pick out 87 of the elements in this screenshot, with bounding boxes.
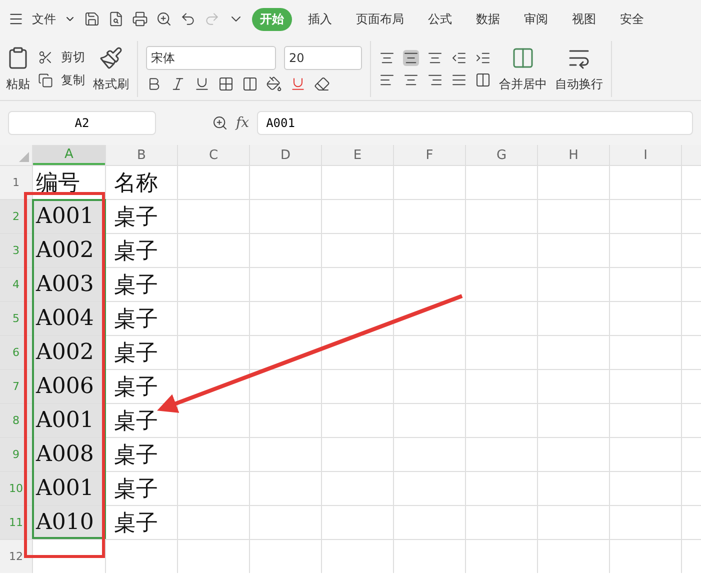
- column-header[interactable]: D: [250, 145, 321, 165]
- ribbon-tab[interactable]: 视图: [564, 8, 604, 30]
- cell-reference-field[interactable]: A2: [8, 111, 156, 135]
- copy-icon[interactable]: [38, 73, 53, 88]
- row-header[interactable]: 5: [0, 302, 32, 335]
- align-right-icon[interactable]: [427, 72, 443, 88]
- table-cell: 桌子: [106, 336, 177, 369]
- row-header[interactable]: 6: [0, 336, 32, 369]
- table-cell: A002: [33, 336, 105, 369]
- save-icon[interactable]: [84, 11, 100, 27]
- paintbrush-icon[interactable]: [99, 46, 123, 70]
- font-name-select[interactable]: 宋体: [146, 46, 276, 70]
- fill-color-icon[interactable]: [266, 76, 282, 92]
- align-middle-icon[interactable]: [403, 50, 419, 66]
- row-header[interactable]: 7: [0, 370, 32, 403]
- border-icon[interactable]: [218, 76, 234, 92]
- formula-field[interactable]: A001: [257, 111, 693, 135]
- print-icon[interactable]: [132, 11, 148, 27]
- row-header[interactable]: 8: [0, 404, 32, 437]
- align-left-icon[interactable]: [379, 72, 395, 88]
- cut-button[interactable]: 剪切: [61, 49, 85, 66]
- indent-decrease-icon[interactable]: [451, 50, 467, 66]
- underline-icon[interactable]: [194, 76, 210, 92]
- table-cell: A006: [33, 370, 105, 403]
- ribbon-tab[interactable]: 审阅: [516, 8, 556, 30]
- font-color-icon[interactable]: [290, 76, 306, 92]
- table-cell: A002: [33, 234, 105, 267]
- table-cell: 桌子: [106, 438, 177, 471]
- column-header[interactable]: C: [178, 145, 249, 165]
- column-header[interactable]: I: [610, 145, 681, 165]
- align-bottom-icon[interactable]: [427, 50, 443, 66]
- format-painter-button[interactable]: 格式刷: [93, 76, 129, 92]
- ribbon-tab[interactable]: 页面布局: [348, 8, 412, 30]
- table-cell: 桌子: [106, 268, 177, 301]
- wrap-text-button[interactable]: 自动换行: [555, 76, 603, 92]
- table-cell: 桌子: [106, 234, 177, 267]
- function-label[interactable]: fx: [236, 115, 250, 131]
- merge-center-button[interactable]: 合并居中: [499, 76, 547, 92]
- ribbon-tab[interactable]: 数据: [468, 8, 508, 30]
- table-cell: A001: [33, 200, 105, 233]
- scissors-icon[interactable]: [38, 50, 53, 65]
- row-header[interactable]: 4: [0, 268, 32, 301]
- column-header[interactable]: G: [466, 145, 537, 165]
- row-header[interactable]: 3: [0, 234, 32, 267]
- row-header[interactable]: 1: [0, 166, 32, 199]
- paste-button[interactable]: 粘贴: [6, 76, 30, 92]
- row-header[interactable]: 2: [0, 200, 32, 233]
- table-cell: 桌子: [106, 472, 177, 505]
- undo-icon[interactable]: [180, 11, 196, 27]
- table-cell: 桌子: [106, 506, 177, 539]
- align-center-icon[interactable]: [403, 72, 419, 88]
- zoom-icon[interactable]: [156, 11, 172, 27]
- ribbon-tab[interactable]: 开始: [252, 8, 292, 30]
- table-cell: A001: [33, 404, 105, 437]
- indent-increase-icon[interactable]: [475, 50, 491, 66]
- preview-icon[interactable]: [108, 11, 124, 27]
- table-cell: A008: [33, 438, 105, 471]
- file-menu[interactable]: 文件: [32, 10, 56, 28]
- italic-icon[interactable]: [170, 76, 186, 92]
- menu-icon[interactable]: [8, 11, 24, 27]
- table-cell: A001: [33, 472, 105, 505]
- table-cell: 名称: [106, 166, 177, 199]
- column-header[interactable]: F: [394, 145, 465, 165]
- copy-button[interactable]: 复制: [61, 72, 85, 89]
- row-header[interactable]: 10: [0, 472, 32, 505]
- ribbon-tab[interactable]: 插入: [300, 8, 340, 30]
- eraser-icon[interactable]: [314, 76, 330, 92]
- row-header[interactable]: 9: [0, 438, 32, 471]
- merge-icon[interactable]: [511, 46, 535, 70]
- table-cell: 桌子: [106, 200, 177, 233]
- row-header[interactable]: 12: [0, 540, 32, 573]
- row-header[interactable]: 11: [0, 506, 32, 539]
- align-top-icon[interactable]: [379, 50, 395, 66]
- font-size-select[interactable]: 20: [284, 46, 362, 70]
- column-header[interactable]: B: [106, 145, 177, 165]
- table-cell: 桌子: [106, 370, 177, 403]
- column-header[interactable]: E: [322, 145, 393, 165]
- table-cell: 桌子: [106, 302, 177, 335]
- ribbon-tab[interactable]: 安全: [612, 8, 652, 30]
- ribbon-tab[interactable]: 公式: [420, 8, 460, 30]
- table-cell: 编号: [33, 166, 105, 199]
- table-cell: A004: [33, 302, 105, 335]
- table-cell: A003: [33, 268, 105, 301]
- column-header[interactable]: H: [538, 145, 609, 165]
- table-cell: 桌子: [106, 404, 177, 437]
- justify-icon[interactable]: [451, 72, 467, 88]
- search-icon[interactable]: [212, 115, 228, 131]
